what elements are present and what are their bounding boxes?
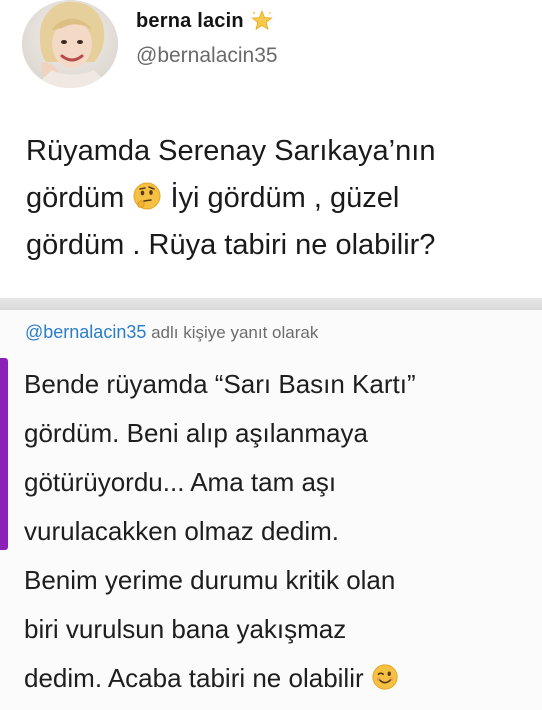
reply-line-6: biri vurulsun bana yakışmaz: [24, 614, 347, 644]
screenshot-page: berna lacin @bernalacin35 Rüyamda Serena…: [0, 0, 542, 710]
tweet-line-1: Rüyamda Serenay Sarıkaya’nın: [26, 135, 436, 167]
reply-tweet: @bernalacin35 adlı kişiye yanıt olarak B…: [0, 310, 542, 710]
reply-mention-link[interactable]: @bernalacin35: [25, 322, 146, 342]
tweet-line-2-part-1: gördüm: [26, 182, 125, 214]
author-name[interactable]: berna lacin: [136, 9, 274, 33]
section-divider: [0, 298, 542, 310]
reply-line-4: vurulacakken olmaz dedim.: [24, 516, 340, 546]
reply-context: @bernalacin35 adlı kişiye yanıt olarak: [25, 322, 318, 343]
author-name-text: berna lacin: [136, 9, 244, 32]
reply-body: Bende rüyamda “Sarı Basın Kartı” gördüm.…: [24, 360, 538, 703]
thinking-face-icon: [133, 182, 161, 210]
tweet-body: Rüyamda Serenay Sarıkaya’nın gördüm İyi …: [26, 128, 536, 269]
original-tweet: berna lacin @bernalacin35 Rüyamda Serena…: [0, 0, 542, 298]
avatar[interactable]: [22, 0, 118, 88]
tweet-line-2: gördüm İyi gördüm , güzel: [26, 175, 536, 222]
reply-line-1: Bende rüyamda “Sarı Basın Kartı”: [24, 369, 416, 399]
reply-line-7-text: dedim. Acaba tabiri ne olabilir: [24, 663, 364, 693]
reply-accent-bar: [0, 358, 8, 550]
reply-line-2: gördüm. Beni alıp aşılanmaya: [24, 418, 368, 448]
glowing-star-icon: [251, 9, 273, 31]
reply-line-5: Benim yerime durumu kritik olan: [24, 565, 396, 595]
winking-face-icon: [372, 664, 398, 690]
reply-context-text: adlı kişiye yanıt olarak: [146, 323, 319, 342]
reply-line-3: götürüyordu... Ama tam aşı: [24, 467, 337, 497]
tweet-line-3: gördüm . Rüya tabiri ne olabilir?: [26, 229, 436, 261]
reply-line-7: dedim. Acaba tabiri ne olabilir: [24, 654, 538, 703]
avatar-photo: [22, 0, 118, 88]
tweet-line-2-part-2: İyi gördüm , güzel: [170, 182, 400, 214]
author-handle[interactable]: @bernalacin35: [136, 44, 278, 68]
